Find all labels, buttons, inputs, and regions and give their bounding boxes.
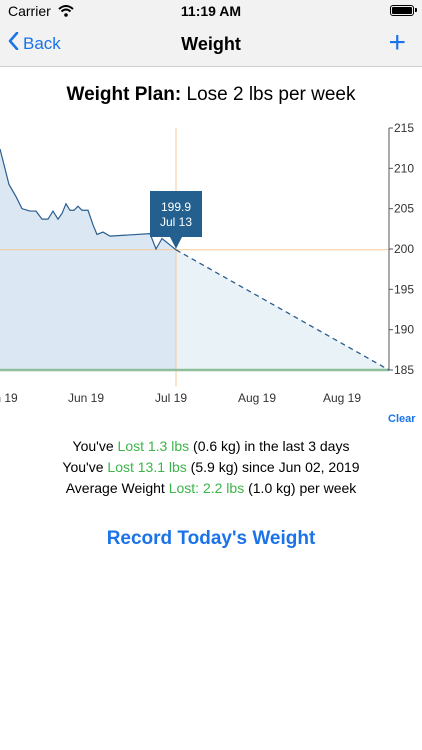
stat-line-average: Average Weight Lost: 2.2 lbs (1.0 kg) pe… — [0, 478, 422, 499]
add-button[interactable]: + — [388, 28, 406, 58]
y-tick-label: 210 — [394, 161, 414, 175]
battery-icon — [390, 5, 417, 16]
weight-stats: You've Lost 1.3 lbs (0.6 kg) in the last… — [0, 436, 422, 499]
back-label: Back — [23, 33, 61, 53]
stat-prefix: Average Weight — [65, 480, 169, 496]
x-tick-label: Aug 19 — [238, 391, 276, 405]
data-tooltip-box — [150, 191, 202, 237]
stat-prefix: You've — [62, 459, 108, 475]
y-tick-label: 215 — [394, 121, 414, 135]
y-tick-label: 205 — [394, 202, 414, 216]
stat-line-recent: You've Lost 1.3 lbs (0.6 kg) in the last… — [0, 436, 422, 457]
back-button[interactable]: Back — [8, 31, 61, 55]
x-tick-label: Aug 19 — [323, 391, 361, 405]
status-time: 11:19 AM — [180, 3, 242, 19]
navigation-bar: Back Weight + — [0, 22, 422, 67]
page-title: Weight — [181, 34, 241, 54]
y-tick-label: 195 — [394, 282, 414, 296]
stat-highlight: Lost 13.1 lbs — [107, 459, 187, 475]
tooltip-date: Jul 13 — [160, 215, 192, 229]
y-tick-label: 190 — [394, 323, 414, 337]
stat-suffix: (1.0 kg) per week — [244, 480, 357, 496]
stat-highlight: Lost 1.3 lbs — [117, 438, 190, 454]
chevron-left-icon — [8, 31, 19, 55]
record-weight-button[interactable]: Record Today's Weight — [0, 528, 422, 550]
tooltip-value: 199.9 — [161, 200, 191, 214]
weight-plan-value: Lose 2 lbs per week — [186, 84, 356, 105]
history-area — [0, 148, 176, 370]
stat-suffix: (0.6 kg) in the last 3 days — [189, 438, 350, 454]
x-tick-label: Jul 19 — [155, 391, 187, 405]
status-bar: Carrier 11:19 AM — [0, 0, 422, 22]
weight-chart[interactable]: 215 210 205 200 195 190 185 n 19 Jun 19 Jul 19 Aug… — [0, 118, 422, 408]
y-tick-label: 185 — [394, 363, 414, 377]
x-tick-label: n 19 — [0, 391, 18, 405]
x-tick-label: Jun 19 — [68, 391, 104, 405]
y-tick-label: 200 — [394, 242, 414, 256]
stat-suffix: (5.9 kg) since Jun 02, 2019 — [186, 459, 360, 475]
stat-line-total: You've Lost 13.1 lbs (5.9 kg) since Jun … — [0, 457, 422, 478]
weight-plan-heading: Weight Plan: Lose 2 lbs per week — [0, 84, 422, 106]
clear-button[interactable]: Clear — [388, 413, 416, 425]
stat-highlight: Lost: 2.2 lbs — [168, 480, 245, 496]
stat-prefix: You've — [72, 438, 118, 454]
weight-plan-label: Weight Plan: — [66, 84, 182, 105]
